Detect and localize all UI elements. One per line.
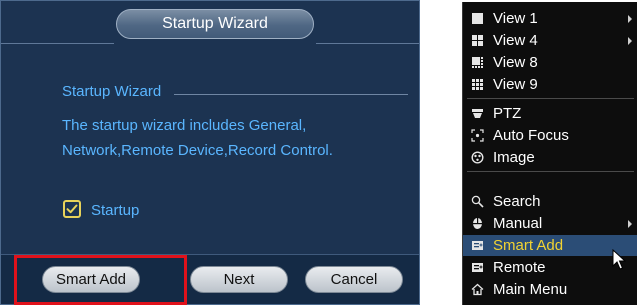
menu-item-search[interactable]: Search [463, 191, 637, 212]
menu-item-view-9[interactable]: View 9 [463, 74, 637, 95]
menu-item-label: PTZ [493, 105, 522, 122]
mouse-pointer-icon [612, 249, 626, 270]
view-9-icon [472, 79, 483, 90]
context-menu: View 1 View 4 View 8 View 9 PTZ Auto Foc… [462, 2, 637, 305]
menu-item-label: Auto Focus [493, 127, 569, 144]
menu-item-label: View 4 [493, 32, 538, 49]
remote-icon [472, 263, 483, 272]
menu-item-manual[interactable]: Manual [463, 213, 637, 234]
menu-item-label: Search [493, 193, 541, 210]
menu-separator [467, 98, 634, 99]
menu-item-image[interactable]: Image [463, 147, 637, 168]
menu-item-label: Remote [493, 259, 546, 276]
manual-icon [473, 218, 482, 229]
submenu-arrow-icon [628, 220, 632, 228]
menu-item-view-8[interactable]: View 8 [463, 52, 637, 73]
menu-item-main-menu[interactable]: Main Menu [463, 279, 637, 300]
submenu-arrow-icon [628, 15, 632, 23]
auto-focus-icon [471, 129, 484, 142]
smart-add-icon [472, 241, 483, 250]
dialog-title: Startup Wizard [116, 9, 314, 39]
search-icon [471, 195, 484, 208]
menu-item-smart-add[interactable]: Smart Add [463, 235, 637, 256]
next-button[interactable]: Next [190, 266, 288, 293]
menu-item-remote[interactable]: Remote [463, 257, 637, 278]
image-icon [471, 151, 484, 164]
menu-item-label: Smart Add [493, 237, 564, 254]
main-menu-icon [471, 283, 484, 296]
title-divider-right [316, 43, 419, 44]
menu-item-auto-focus[interactable]: Auto Focus [463, 125, 637, 146]
view-4-icon [472, 35, 483, 46]
view-1-icon [472, 13, 483, 24]
section-heading: Startup Wizard [62, 83, 162, 100]
menu-item-label: View 1 [493, 10, 538, 27]
cancel-button[interactable]: Cancel [305, 266, 403, 293]
section-divider [174, 94, 408, 95]
startup-checkbox-label: Startup [91, 202, 140, 219]
startup-wizard-dialog: Startup Wizard Startup Wizard The startu… [0, 0, 420, 305]
menu-item-label: Main Menu [493, 281, 568, 298]
menu-item-label: Image [493, 149, 535, 166]
wizard-description: The startup wizard includes General, Net… [62, 117, 333, 159]
title-divider-left [1, 43, 114, 44]
checkmark-icon [66, 204, 78, 214]
submenu-arrow-icon [628, 37, 632, 45]
menu-item-label: Manual [493, 215, 543, 232]
view-8-icon [472, 57, 483, 68]
menu-item-view-4[interactable]: View 4 [463, 30, 637, 51]
menu-separator [467, 171, 634, 172]
startup-checkbox[interactable] [63, 200, 81, 218]
menu-item-view-1[interactable]: View 1 [463, 8, 637, 29]
menu-item-label: View 8 [493, 54, 538, 71]
ptz-icon [472, 109, 483, 118]
menu-item-label: View 9 [493, 76, 538, 93]
menu-item-ptz[interactable]: PTZ [463, 103, 637, 124]
smart-add-button[interactable]: Smart Add [42, 266, 140, 293]
